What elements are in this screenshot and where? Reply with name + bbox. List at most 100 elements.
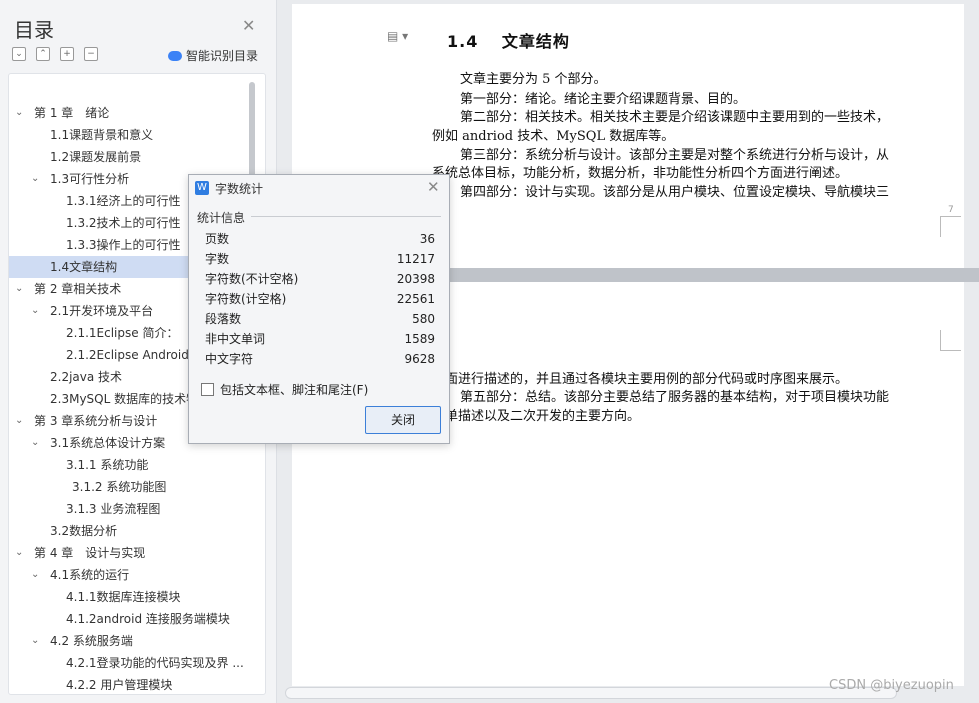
add-icon[interactable]: + (60, 47, 74, 61)
chevron-down-icon[interactable]: ⌄ (31, 432, 39, 454)
close-icon[interactable]: ✕ (242, 16, 255, 35)
collapse-all-icon[interactable]: ⌄ (12, 47, 26, 61)
expand-all-icon[interactable]: ⌃ (36, 47, 50, 61)
page-number: 7 (948, 205, 954, 215)
toc-item-label: 3.2数据分析 (50, 524, 118, 538)
watermark: CSDN @biyezuopin (829, 678, 954, 693)
toc-item[interactable]: 4.2.1登录功能的代码实现及界 ... (9, 652, 265, 674)
toc-item-label: 4.1.2android 连接服务端模块 (66, 612, 230, 626)
stat-row: 字符数(计空格) 22561 (205, 289, 435, 309)
chevron-down-icon[interactable]: ⌄ (15, 542, 23, 564)
toc-item-label: 3.1系统总体设计方案 (50, 436, 166, 450)
toc-item[interactable]: 3.2数据分析 (9, 520, 265, 542)
checkbox-label: 包括文本框、脚注和尾注(F) (220, 383, 369, 397)
section-separator (251, 216, 441, 217)
toc-item-label: 1.3.1经济上的可行性 (66, 194, 181, 208)
chevron-down-icon[interactable]: ⌄ (31, 168, 39, 190)
paragraph-line: 第五部分：总结。该部分主要总结了服务器的基本结构，对于项目模块功能 (460, 390, 890, 405)
stat-row: 页数 36 (205, 229, 435, 249)
stat-value: 580 (412, 312, 435, 326)
toc-item-label: 2.1.1Eclipse 简介： (66, 326, 179, 340)
toc-item-label: 1.1课题背景和意义 (50, 128, 154, 142)
stat-value: 20398 (396, 272, 435, 286)
paragraph-line: 第一部分：绪论。绪论主要介绍课题背景、目的。 (460, 92, 747, 107)
paragraph-line: 第三部分：系统分析与设计。该部分主要是对整个系统进行分析与设计，从 (460, 148, 890, 163)
toc-item-label: 2.1开发环境及平台 (50, 304, 154, 318)
chevron-down-icon[interactable]: ⌄ (31, 630, 39, 652)
toc-item[interactable]: ⌄ 第 1 章 绪论 (9, 102, 265, 124)
toc-item-label: 1.3.3操作上的可行性 (66, 238, 181, 252)
toc-item[interactable]: 3.1.3 业务流程图 (9, 498, 265, 520)
stat-label: 字数 (205, 252, 230, 266)
toc-item[interactable]: 3.1.1 系统功能 (9, 454, 265, 476)
toc-item[interactable]: ⌄ 4.2 系统服务端 (9, 630, 265, 652)
stat-row: 非中文单词 1589 (205, 329, 435, 349)
toc-item-label: 第 2 章相关技术 (34, 282, 122, 296)
toc-item-label: 3.1.1 系统功能 (66, 458, 149, 472)
toc-item[interactable]: 4.2.2 用户管理模块 (9, 674, 265, 694)
wps-writer-icon: W (195, 181, 209, 195)
toc-item[interactable]: 4.1.1数据库连接模块 (9, 586, 265, 608)
stat-row: 字符数(不计空格) 20398 (205, 269, 435, 289)
toc-item-label: 第 3 章系统分析与设计 (34, 414, 158, 428)
chevron-down-icon[interactable]: ⌄ (31, 564, 39, 586)
toc-item-label: 4.2.1登录功能的代码实现及界 ... (66, 656, 244, 670)
paragraph-line: 第四部分：设计与实现。该部分是从用户模块、位置设定模块、导航模块三 (460, 185, 890, 200)
toc-item-label: 1.4文章结构 (50, 260, 118, 274)
word-count-dialog: W 字数统计 ✕ 统计信息 页数 36 字数 11217 字符数(不计空格) 20398 字… (188, 174, 450, 444)
include-textbox-checkbox[interactable]: 包括文本框、脚注和尾注(F) (201, 381, 368, 398)
stat-label: 段落数 (205, 312, 242, 326)
remove-icon[interactable]: − (84, 47, 98, 61)
smart-detect-label: 智能识别目录 (186, 49, 259, 63)
toc-item-label: 3.1.3 业务流程图 (66, 502, 161, 516)
stat-value: 22561 (396, 292, 435, 306)
section-heading: 1.4 文章结构 (447, 32, 570, 51)
toc-item-label: 4.2 系统服务端 (50, 634, 133, 648)
close-icon[interactable]: ✕ (427, 178, 440, 196)
stat-label: 非中文单词 (205, 332, 266, 346)
toc-item-label: 1.3.2技术上的可行性 (66, 216, 181, 230)
stat-value: 11217 (396, 252, 435, 266)
toc-item-label: 4.2.2 用户管理模块 (66, 678, 173, 692)
section-label: 统计信息 (197, 211, 246, 225)
chevron-down-icon[interactable]: ⌄ (31, 300, 39, 322)
toc-item-label: 2.3MySQL 数据库的技术特点 (50, 392, 211, 406)
margin-corner-mark (940, 330, 961, 351)
toc-item-label: 1.3可行性分析 (50, 172, 130, 186)
paragraph-line: 系统总体目标，功能分析，数据分析，非功能性分析四个方面进行阐述。 (432, 166, 849, 181)
toc-item-label: 3.1.2 系统功能图 (72, 480, 167, 494)
toc-item[interactable]: ⌄ 第 4 章 设计与实现 (9, 542, 265, 564)
toc-item[interactable]: 1.2课题发展前景 (9, 146, 265, 168)
stat-value: 36 (419, 232, 435, 246)
paragraph-line: 第二部分：相关技术。相关技术主要是介绍该课题中主要用到的一些技术， (460, 110, 890, 125)
paragraph-line: 文章主要分为 5 个部分。 (460, 72, 607, 87)
paragraph-line: 简单描述以及二次开发的主要方向。 (432, 409, 641, 424)
dialog-title: 字数统计 (215, 182, 264, 196)
toc-item[interactable]: ⌄ 4.1系统的运行 (9, 564, 265, 586)
paragraph-line: 方面进行描述的，并且通过各模块主要用例的部分代码或时序图来展示。 (432, 372, 849, 387)
margin-corner-mark (940, 216, 961, 237)
stat-value: 1589 (404, 332, 435, 346)
document-icon[interactable]: ▤ ▾ (387, 29, 408, 43)
toc-item[interactable]: 4.1.2android 连接服务端模块 (9, 608, 265, 630)
smart-detect-button[interactable]: 智能识别目录 (168, 47, 258, 64)
close-button[interactable]: 关闭 (365, 406, 441, 434)
horizontal-scrollbar[interactable] (285, 687, 897, 699)
paragraph-line: 例如 andriod 技术、MySQL 数据库等。 (432, 129, 675, 144)
stat-row: 字数 11217 (205, 249, 435, 269)
chat-bubble-icon (168, 50, 182, 61)
toc-item-label: 4.1系统的运行 (50, 568, 130, 582)
toc-item[interactable]: 3.1.2 系统功能图 (9, 476, 265, 498)
stat-value: 9628 (404, 352, 435, 366)
toc-title: 目录 (14, 18, 54, 42)
stat-row: 段落数 580 (205, 309, 435, 329)
toc-item-label: 2.2java 技术 (50, 370, 123, 384)
chevron-down-icon[interactable]: ⌄ (15, 410, 23, 432)
toc-item-label: 1.2课题发展前景 (50, 150, 142, 164)
stat-label: 中文字符 (205, 352, 254, 366)
chevron-down-icon[interactable]: ⌄ (15, 102, 23, 124)
checkbox-icon[interactable] (201, 383, 214, 396)
chevron-down-icon[interactable]: ⌄ (15, 278, 23, 300)
toc-item[interactable]: 1.1课题背景和意义 (9, 124, 265, 146)
stat-label: 字符数(不计空格) (205, 272, 299, 286)
